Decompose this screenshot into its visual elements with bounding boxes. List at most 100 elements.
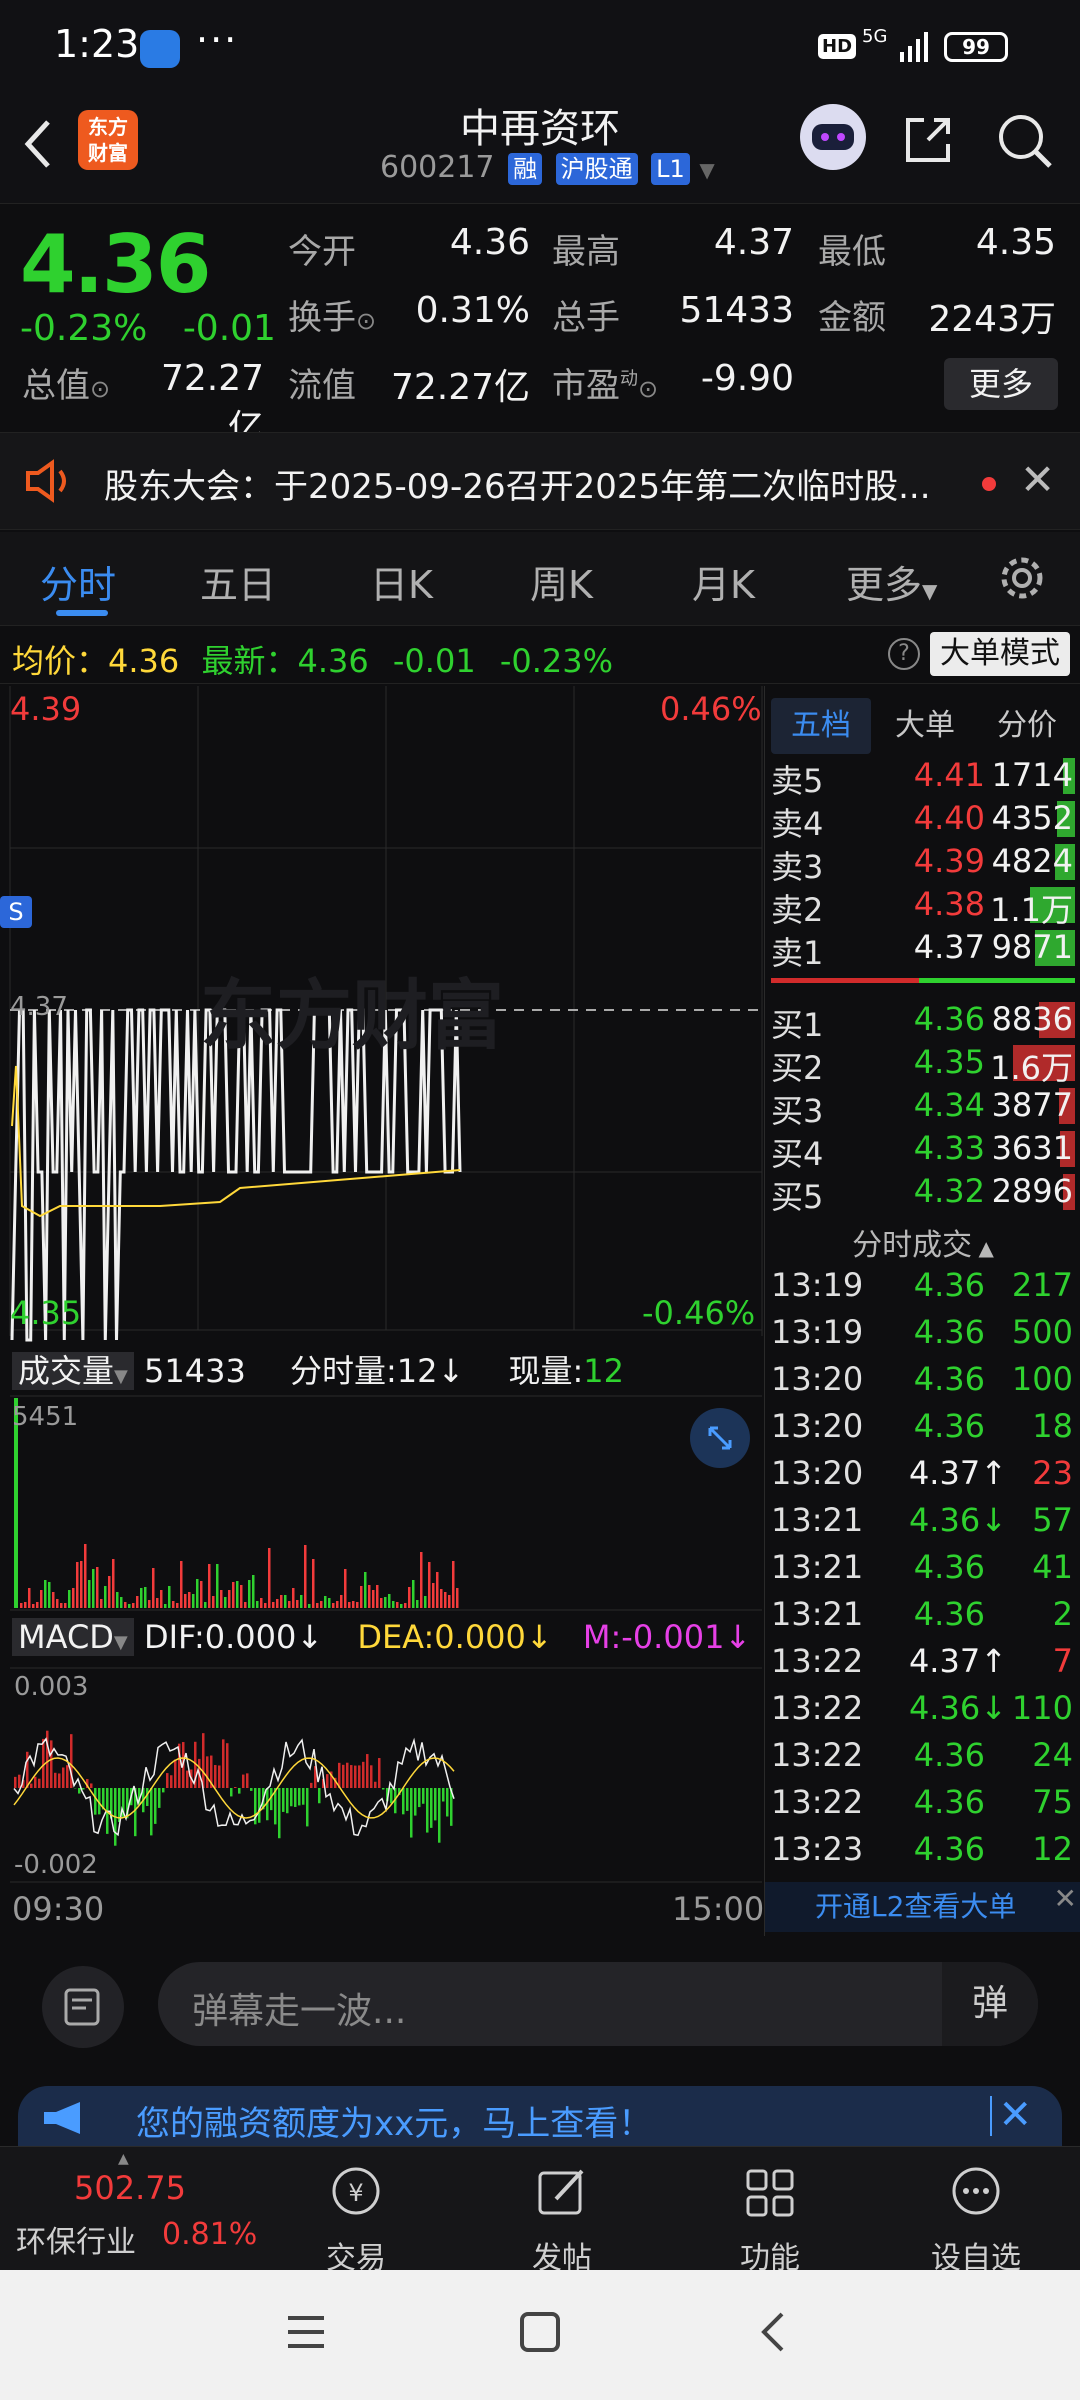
macd-bar [94, 1788, 97, 1815]
bid-level-row[interactable]: 买2 4.35 1.6万 [765, 1041, 1080, 1087]
share-icon[interactable] [898, 110, 958, 170]
dropdown-triangle-icon: ▼ [922, 579, 938, 603]
turnover-label[interactable]: 换手⊙ [288, 290, 376, 339]
danmu-toggle-button[interactable]: 弹 [942, 1962, 1038, 2046]
macd-bar [90, 1783, 93, 1788]
notice-bar[interactable]: 股东大会：于2025-09-26召开2025年第二次临时股... ✕ [0, 432, 1080, 530]
macd-bar [418, 1788, 421, 1808]
level-volume: 9871 [991, 928, 1073, 966]
macd-selector[interactable]: MACD▼ [12, 1618, 134, 1656]
pe-label[interactable]: 市盈动⊙ [552, 358, 658, 407]
tick-row: 13:19 4.36 217 [765, 1264, 1080, 1310]
volume-bar [340, 1595, 343, 1608]
l2-link[interactable]: 开通L2查看大单 ✕ [765, 1882, 1080, 1932]
level-price: 4.35 [913, 1043, 985, 1081]
volume-bar [276, 1599, 279, 1608]
gear-icon[interactable] [996, 552, 1048, 604]
level-volume: 8836 [991, 1000, 1073, 1038]
ask-level-row[interactable]: 卖1 4.37 9871 [765, 926, 1080, 972]
industry-name[interactable]: 环保行业 [16, 2217, 136, 2261]
danmu-input[interactable]: 弹幕走一波... 弹 [158, 1962, 1038, 2046]
level-volume: 3877 [991, 1086, 1073, 1124]
more-button[interactable]: 更多 [944, 358, 1058, 410]
tab-daily-k[interactable]: 日K [370, 554, 433, 609]
tab-big-orders[interactable]: 大单 [875, 698, 975, 754]
order-book-panel: 五档 大单 分价 卖5 4.41 1714 卖4 4.40 4352 卖3 4.39 4824 卖… [764, 686, 1080, 1936]
close-icon[interactable]: ✕ [1054, 1874, 1077, 1924]
volume-bar [400, 1604, 403, 1608]
home-icon[interactable] [518, 2310, 562, 2354]
search-icon[interactable] [994, 110, 1056, 172]
bid-level-row[interactable]: 买5 4.32 2896 [765, 1170, 1080, 1216]
tag-margin: 融 [508, 152, 543, 185]
ask-level-row[interactable]: 卖5 4.41 1714 [765, 754, 1080, 800]
ask-level-row[interactable]: 卖4 4.40 4352 [765, 797, 1080, 843]
promo-banner[interactable]: 您的融资额度为xx元，马上查看！ ✕ [18, 2086, 1062, 2146]
level-volume: 4824 [991, 842, 1073, 880]
ask-level-row[interactable]: 卖3 4.39 4824 [765, 840, 1080, 886]
bid-level-row[interactable]: 买4 4.33 3631 [765, 1127, 1080, 1173]
close-icon[interactable]: ✕ [1020, 455, 1055, 504]
macd-bar [206, 1756, 209, 1788]
volume-bar [304, 1545, 307, 1608]
level-price: 4.38 [913, 885, 985, 923]
volume-bar [56, 1599, 59, 1608]
amount-label: 金额 [818, 298, 886, 338]
bid-level-row[interactable]: 买1 4.36 8836 [765, 998, 1080, 1044]
bid-level-row[interactable]: 买3 4.34 3877 [765, 1084, 1080, 1130]
tab-more[interactable]: 更多▼ [846, 554, 937, 609]
back-icon[interactable] [752, 2310, 796, 2354]
tab-weekly-k[interactable]: 周K [530, 554, 593, 609]
level-volume: 1.6万 [990, 1049, 1073, 1087]
menu-icon[interactable] [284, 2310, 328, 2354]
current-volume: 12 [583, 1352, 625, 1390]
stock-code-row[interactable]: 600217 融 沪股通 L1 ▼ [380, 150, 715, 185]
volume-bar [120, 1597, 123, 1608]
industry-index-value[interactable]: 502.75 [74, 2169, 186, 2207]
macd-bar [234, 1787, 237, 1788]
macd-bar [38, 1778, 41, 1788]
macd-bar [166, 1773, 169, 1788]
volume-bar [236, 1581, 239, 1608]
volume-bar [156, 1598, 159, 1608]
comment-list-icon[interactable] [42, 1966, 124, 2048]
volume-bar [28, 1588, 31, 1608]
robot-icon[interactable] [800, 104, 866, 170]
apps-icon[interactable] [738, 2161, 802, 2225]
ticks-title[interactable]: 分时成交 ▲ [765, 1220, 1080, 1264]
sell-marker[interactable]: S [0, 896, 32, 928]
volume-bar [444, 1592, 447, 1608]
tab-monthly-k[interactable]: 月K [692, 554, 755, 609]
tab-price-dist[interactable]: 分价 [977, 698, 1077, 754]
big-order-mode-button[interactable]: 大单模式 [930, 632, 1070, 676]
volume-bar [272, 1602, 275, 1608]
level-label: 买4 [771, 1135, 824, 1173]
close-icon[interactable]: ✕ [998, 2092, 1032, 2138]
volume-bar [24, 1602, 27, 1608]
level-label: 买3 [771, 1092, 824, 1130]
macd-bar [342, 1764, 345, 1788]
tab-five-day[interactable]: 五日 [200, 554, 276, 609]
expand-icon[interactable] [690, 1408, 750, 1468]
volume-bar [128, 1604, 131, 1608]
help-icon[interactable]: ? [888, 638, 920, 670]
ask-level-row[interactable]: 卖2 4.38 1.1万 [765, 883, 1080, 929]
volume-value: 51433 [679, 290, 794, 331]
tick-time: 13:21 [771, 1501, 864, 1539]
tick-time: 13:22 [771, 1642, 864, 1680]
volume-bar [220, 1590, 223, 1608]
macd-bar [434, 1788, 437, 1821]
more-circle-icon[interactable] [944, 2161, 1008, 2225]
macd-bar [358, 1765, 361, 1788]
tick-row: 13:20 4.36 100 [765, 1358, 1080, 1404]
volume-header: 成交量▼ 51433 分时量:12↓ 现量:12 [12, 1346, 624, 1392]
amount-value: 2243万 [928, 299, 1056, 340]
trade-icon[interactable]: ¥ [324, 2161, 388, 2225]
post-icon[interactable] [530, 2161, 594, 2225]
tab-five-levels[interactable]: 五档 [771, 698, 871, 754]
volume-selector[interactable]: 成交量▼ [12, 1352, 134, 1390]
volume-bar [176, 1603, 179, 1608]
tab-intraday[interactable]: 分时 [40, 554, 116, 609]
mktcap-label[interactable]: 总值⊙ [22, 358, 110, 407]
volume-bar [360, 1586, 363, 1608]
